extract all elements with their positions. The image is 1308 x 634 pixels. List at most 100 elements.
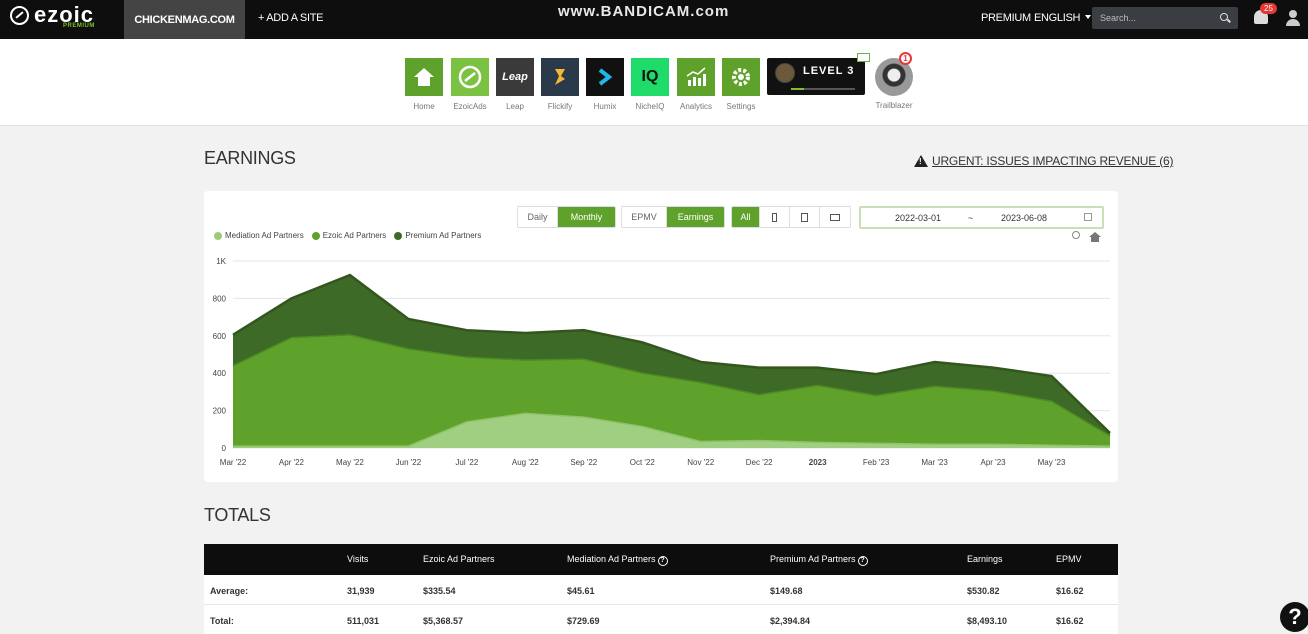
header-mediation-ad-partners: Mediation Ad Partners? (567, 554, 668, 566)
legend-item-ezoic[interactable]: Ezoic Ad Partners (311, 231, 386, 240)
x-tick-label: Mar '22 (220, 458, 247, 467)
cell-mediation: $45.61 (567, 586, 595, 596)
search-box (1092, 7, 1238, 29)
cell-visits: 31,939 (347, 586, 375, 596)
app-home[interactable]: Home (405, 58, 443, 111)
date-range-picker[interactable]: 2022-03-01 ~ 2023-06-08 (859, 206, 1104, 229)
earnings-button[interactable]: Earnings (667, 207, 724, 227)
mail-icon[interactable] (857, 53, 870, 62)
x-tick-label: Jun '22 (396, 458, 422, 467)
all-devices-button[interactable]: All (732, 207, 760, 227)
notification-count-badge: 25 (1260, 3, 1277, 14)
x-tick-label: Jul '22 (455, 458, 478, 467)
epmv-button[interactable]: EPMV (622, 207, 667, 227)
urgent-issues-text: URGENT: ISSUES IMPACTING REVENUE (6) (932, 154, 1174, 168)
earnings-chart-card: Daily Monthly EPMV Earnings All 2022-03-… (204, 191, 1118, 482)
legend-item-premium[interactable]: Premium Ad Partners (394, 231, 481, 240)
tablet-device-button[interactable] (790, 207, 820, 227)
desktop-icon (830, 213, 840, 221)
top-navbar: ezoic PREMIUM CHICKENMAG.COM + ADD A SIT… (0, 0, 1308, 39)
monthly-button[interactable]: Monthly (558, 207, 615, 227)
cell-epmv: $16.62 (1056, 586, 1084, 596)
level-badge[interactable]: LEVEL 3 (767, 58, 865, 95)
metric-toggle: EPMV Earnings (621, 206, 725, 228)
row-label: Average: (210, 586, 249, 596)
logo-premium-label: PREMIUM (63, 23, 95, 29)
cell-ezoic: $5,368.57 (423, 616, 464, 626)
x-tick-label: 2023 (809, 458, 827, 467)
reset-zoom-home-icon[interactable] (1089, 232, 1101, 242)
app-nicheiq[interactable]: IQ NicheIQ (631, 58, 669, 111)
urgent-issues-link[interactable]: URGENT: ISSUES IMPACTING REVENUE (6) (914, 154, 1173, 168)
x-tick-label: Feb '23 (863, 458, 890, 467)
language-dropdown[interactable]: ENGLISH (1034, 12, 1091, 24)
warning-icon (914, 155, 928, 167)
totals-table: Visits Ezoic Ad Partners Mediation Ad Pa… (204, 544, 1118, 634)
y-tick-label: 800 (213, 294, 227, 303)
ezoic-logo-icon (10, 5, 29, 25)
app-flickify[interactable]: Flickify (541, 58, 579, 111)
chart-legend: Mediation Ad Partners Ezoic Ad Partners … (214, 231, 489, 240)
x-tick-label: Dec '22 (746, 458, 773, 467)
user-icon[interactable] (1286, 10, 1300, 26)
flickify-icon (541, 58, 579, 96)
desktop-device-button[interactable] (820, 207, 850, 227)
legend-label: Premium Ad Partners (405, 231, 482, 240)
mobile-device-button[interactable] (760, 207, 790, 227)
app-ezoicads[interactable]: EzoicAds (451, 58, 489, 111)
y-tick-label: 400 (213, 369, 227, 378)
date-to: 2023-06-08 (1001, 213, 1048, 223)
level-progress-bar (791, 88, 855, 90)
x-tick-label: May '23 (1038, 458, 1066, 467)
cell-ezoic: $335.54 (423, 586, 456, 596)
help-circle-icon[interactable]: ? (657, 556, 668, 566)
legend-label: Mediation Ad Partners (225, 231, 304, 240)
zoom-icon[interactable] (1072, 231, 1080, 239)
cell-earnings: $530.82 (967, 586, 1000, 596)
cell-premium: $2,394.84 (770, 616, 811, 626)
table-row: Total: 511,031 $5,368.57 $729.69 $2,394.… (204, 605, 1118, 634)
header-epmv: EPMV (1056, 554, 1082, 564)
search-input[interactable] (1092, 7, 1212, 29)
y-tick-label: 200 (213, 407, 227, 416)
header-visits: Visits (347, 554, 369, 564)
x-tick-label: Nov '22 (687, 458, 714, 467)
y-tick-label: 600 (213, 332, 227, 341)
app-settings[interactable]: Settings (722, 58, 760, 111)
app-analytics[interactable]: Analytics (677, 58, 715, 111)
x-tick-label: Apr '22 (279, 458, 305, 467)
app-label: Settings (726, 102, 756, 111)
analytics-icon (677, 58, 715, 96)
home-icon (405, 58, 443, 96)
bandicam-watermark: www.BANDICAM.com (558, 3, 730, 20)
ezoicads-icon (451, 58, 489, 96)
legend-dot (214, 231, 222, 240)
search-icon[interactable] (1220, 13, 1228, 21)
level-text: LEVEL 3 (803, 65, 855, 77)
earnings-title: EARNINGS (204, 148, 296, 168)
settings-icon (722, 58, 760, 96)
x-tick-label: Sep '22 (570, 458, 597, 467)
humix-icon (586, 58, 624, 96)
help-circle-icon[interactable]: ? (857, 556, 868, 566)
header-earnings: Earnings (967, 554, 1003, 564)
daily-button[interactable]: Daily (518, 207, 558, 227)
app-humix[interactable]: Humix (586, 58, 624, 111)
premium-link[interactable]: PREMIUM (981, 12, 1031, 24)
date-separator: ~ (968, 213, 974, 223)
cell-mediation: $729.69 (567, 616, 600, 626)
help-button[interactable]: ? (1280, 602, 1308, 632)
app-leap[interactable]: Leap Leap (496, 58, 534, 111)
cell-visits: 511,031 (347, 616, 380, 626)
calendar-icon (1084, 213, 1092, 221)
site-selector-tab[interactable]: CHICKENMAG.COM (124, 0, 245, 39)
ezoic-logo[interactable]: ezoic (10, 4, 94, 26)
cell-epmv: $16.62 (1056, 616, 1084, 626)
tablet-icon (801, 212, 808, 222)
header-label: Premium Ad Partners (770, 554, 856, 564)
level-avatar (775, 63, 795, 83)
add-site-link[interactable]: + ADD A SITE (258, 12, 323, 24)
nicheiq-icon: IQ (631, 58, 669, 96)
legend-item-mediation[interactable]: Mediation Ad Partners (214, 231, 304, 240)
row-label: Total: (210, 616, 234, 626)
